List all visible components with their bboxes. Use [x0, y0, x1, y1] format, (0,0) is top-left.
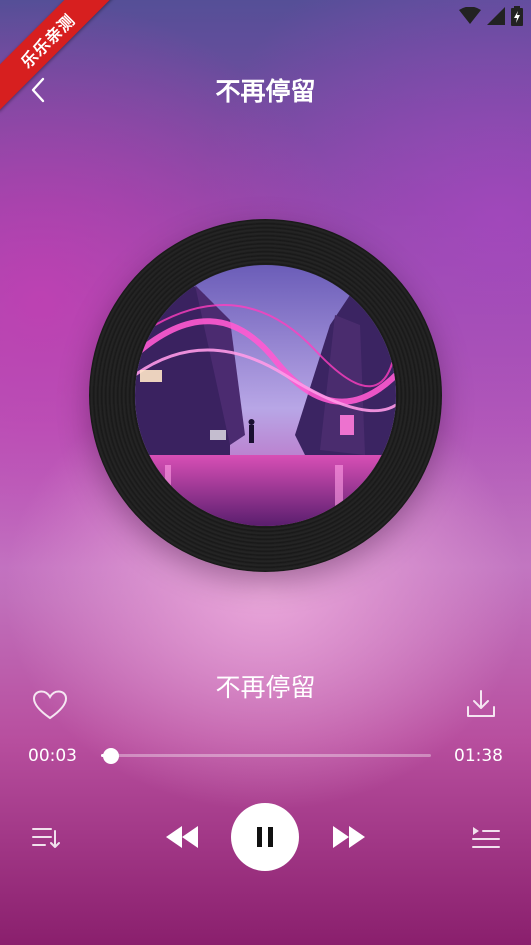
- heart-icon: [33, 690, 67, 720]
- song-title: 不再停留: [215, 673, 316, 702]
- pause-button[interactable]: [231, 803, 299, 871]
- rewind-icon: [166, 826, 198, 848]
- next-button[interactable]: [331, 822, 367, 852]
- status-bar: [459, 6, 523, 26]
- wifi-icon: [459, 7, 481, 24]
- queue-button[interactable]: [470, 823, 502, 853]
- download-button[interactable]: [465, 688, 497, 720]
- progress-thumb[interactable]: [103, 747, 120, 764]
- page-title: 不再停留: [215, 77, 316, 106]
- playlist-icon: [32, 828, 60, 848]
- queue-play-icon: [472, 827, 500, 848]
- current-time: 00:03: [28, 746, 77, 766]
- ribbon-text: 乐乐亲测: [17, 10, 79, 72]
- like-button[interactable]: [32, 689, 68, 721]
- total-time: 01:38: [454, 746, 503, 766]
- download-icon: [467, 690, 495, 717]
- progress-slider[interactable]: [101, 747, 431, 764]
- vinyl-disc[interactable]: [89, 219, 442, 572]
- previous-button[interactable]: [164, 822, 200, 852]
- signal-icon: [487, 7, 505, 25]
- fast-forward-icon: [333, 826, 365, 848]
- playlist-button[interactable]: [30, 823, 62, 853]
- battery-icon: [511, 6, 523, 26]
- pause-icon: [257, 827, 273, 847]
- album-cover: [135, 265, 396, 526]
